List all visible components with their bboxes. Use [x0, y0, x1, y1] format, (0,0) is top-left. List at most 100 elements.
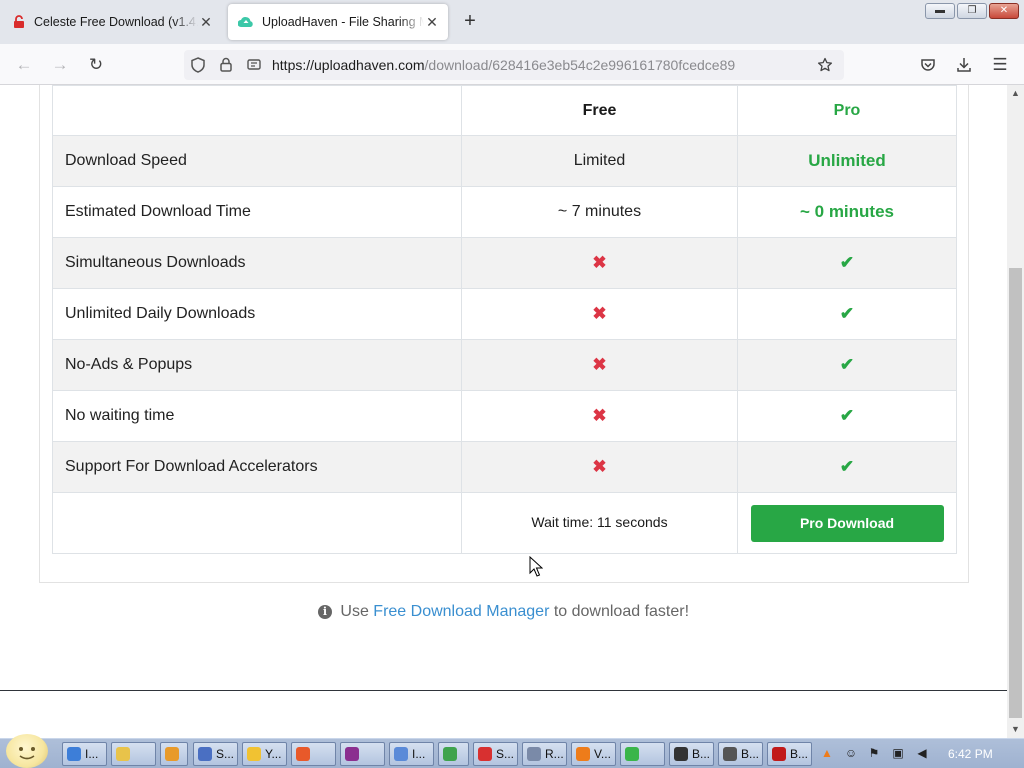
tab-close-icon[interactable]: ✕	[424, 14, 440, 30]
cross-icon: ✖	[592, 355, 607, 374]
empty-cell	[52, 492, 462, 554]
feature-label: Estimated Download Time	[52, 186, 462, 238]
taskbar-button[interactable]: S...	[473, 742, 518, 766]
winrar-icon	[345, 747, 359, 761]
start-button[interactable]	[6, 734, 48, 768]
taskbar-button[interactable]	[620, 742, 665, 766]
reload-icon[interactable]: ↻	[83, 52, 109, 78]
back-icon[interactable]: ←	[11, 52, 37, 78]
taskbar-button[interactable]: Y...	[242, 742, 287, 766]
network-tray-icon[interactable]: ▣	[891, 746, 905, 760]
check-icon: ✔	[839, 406, 855, 425]
tab-title: UploadHaven - File Sharing Made Simple	[262, 15, 424, 29]
table-row: Support For Download Accelerators ✖ ✔	[52, 441, 957, 493]
navigation-bar: ← → ↻ https://uploadhaven.com/download/6…	[0, 44, 1024, 85]
feature-label: No-Ads & Popups	[52, 339, 462, 391]
page-viewport: Free Pro Download Speed Limited Unlimite…	[0, 85, 1007, 691]
new-tab-button[interactable]: +	[458, 10, 482, 34]
table-row: Simultaneous Downloads ✖ ✔	[52, 237, 957, 289]
taskbar-button[interactable]	[291, 742, 336, 766]
taskbar-label: Y...	[265, 747, 282, 761]
taskbar-button[interactable]: I...	[389, 742, 434, 766]
fdm-link[interactable]: Free Download Manager	[373, 603, 549, 620]
menu-icon[interactable]: ☰	[987, 52, 1013, 78]
cross-icon: ✖	[592, 253, 607, 272]
url-text[interactable]: https://uploadhaven.com/download/628416e…	[272, 50, 735, 80]
taskbar-button[interactable]: B...	[767, 742, 812, 766]
volume-icon[interactable]: ◀	[915, 746, 929, 760]
clock[interactable]: 6:42 PM	[948, 739, 993, 768]
address-bar[interactable]: https://uploadhaven.com/download/628416e…	[184, 50, 844, 80]
taskbar-button[interactable]	[160, 742, 188, 766]
taskbar-label: V...	[594, 747, 611, 761]
taskbar-button[interactable]: V...	[571, 742, 616, 766]
downloads-icon[interactable]	[951, 52, 977, 78]
free-value: Limited	[461, 135, 738, 187]
page-footer	[0, 690, 1007, 691]
tab-close-icon[interactable]: ✕	[198, 14, 214, 30]
feature-label: Download Speed	[52, 135, 462, 187]
table-row: No-Ads & Popups ✖ ✔	[52, 339, 957, 391]
browser-tab-strip: Celeste Free Download (v1.4.0.0) ✕ Uploa…	[0, 0, 1024, 44]
shield-icon[interactable]	[188, 54, 208, 76]
bookmark-star-icon[interactable]	[815, 54, 835, 76]
cross-icon: ✖	[592, 457, 607, 476]
minimize-button[interactable]: ▬	[925, 3, 955, 19]
taskbar-label: I...	[412, 747, 426, 761]
taskbar-button[interactable]: R...	[522, 742, 567, 766]
cross-icon: ✖	[592, 304, 607, 323]
check-icon: ✔	[839, 304, 855, 323]
app-icon	[198, 747, 212, 761]
taskbar-label: B...	[741, 747, 760, 761]
flag-icon[interactable]: ⚑	[867, 746, 881, 760]
check-icon: ✔	[839, 355, 855, 374]
ie-icon	[67, 747, 81, 761]
vertical-scrollbar[interactable]: ▲ ▼	[1007, 85, 1024, 738]
taskbar-button[interactable]	[111, 742, 156, 766]
scroll-down-arrow-icon[interactable]: ▼	[1007, 721, 1024, 738]
pocket-icon[interactable]	[915, 52, 941, 78]
emoji-icon	[247, 747, 261, 761]
pro-value: Unlimited	[808, 151, 886, 170]
pro-download-button[interactable]: Pro Download	[750, 504, 944, 542]
taskbar-button[interactable]	[438, 742, 469, 766]
doc-icon	[527, 747, 541, 761]
lock-icon[interactable]	[216, 54, 236, 76]
table-row: No waiting time ✖ ✔	[52, 390, 957, 442]
app-dark-icon	[674, 747, 688, 761]
scroll-up-arrow-icon[interactable]: ▲	[1007, 85, 1024, 102]
taskbar-button[interactable]: B...	[718, 742, 763, 766]
forward-icon[interactable]: →	[47, 52, 73, 78]
network-icon	[394, 747, 408, 761]
taskbar-label: S...	[496, 747, 515, 761]
vlc-tray-icon[interactable]: ▲	[820, 746, 834, 760]
header-pro: Pro	[737, 85, 957, 136]
table-header-row: Free Pro	[52, 85, 957, 136]
scroll-thumb[interactable]	[1009, 268, 1022, 718]
wait-time-text: Wait time: 11 seconds	[531, 514, 668, 530]
page-info-icon[interactable]	[244, 54, 264, 76]
fdm-suffix: to download faster!	[549, 603, 690, 620]
app-redblack-icon	[772, 747, 786, 761]
restore-button[interactable]: ❐	[957, 3, 987, 19]
taskbar-label: S...	[216, 747, 235, 761]
taskbar-button[interactable]: I...	[62, 742, 107, 766]
feature-label: Unlimited Daily Downloads	[52, 288, 462, 340]
taskbar-button[interactable]: S...	[193, 742, 238, 766]
url-host: https://uploadhaven.com	[272, 57, 425, 73]
table-action-row: Wait time: 11 seconds Pro Download	[52, 492, 957, 554]
taskbar-label: B...	[790, 747, 809, 761]
taskbar-button[interactable]: B...	[669, 742, 714, 766]
header-feature	[52, 85, 462, 136]
close-window-button[interactable]: ✕	[989, 3, 1019, 19]
taskbar-button[interactable]	[340, 742, 385, 766]
taskbar-label: I...	[85, 747, 99, 761]
emoji-tray-icon[interactable]: ☺	[844, 746, 858, 760]
tab-celeste[interactable]: Celeste Free Download (v1.4.0.0) ✕	[0, 4, 222, 40]
tab-uploadhaven[interactable]: UploadHaven - File Sharing Made Simple ✕	[228, 4, 448, 40]
media-player-icon	[165, 747, 179, 761]
taskbar-label: R...	[545, 747, 564, 761]
feature-label: Simultaneous Downloads	[52, 237, 462, 289]
free-value: ~ 7 minutes	[461, 186, 738, 238]
lock-red-icon	[12, 15, 26, 29]
